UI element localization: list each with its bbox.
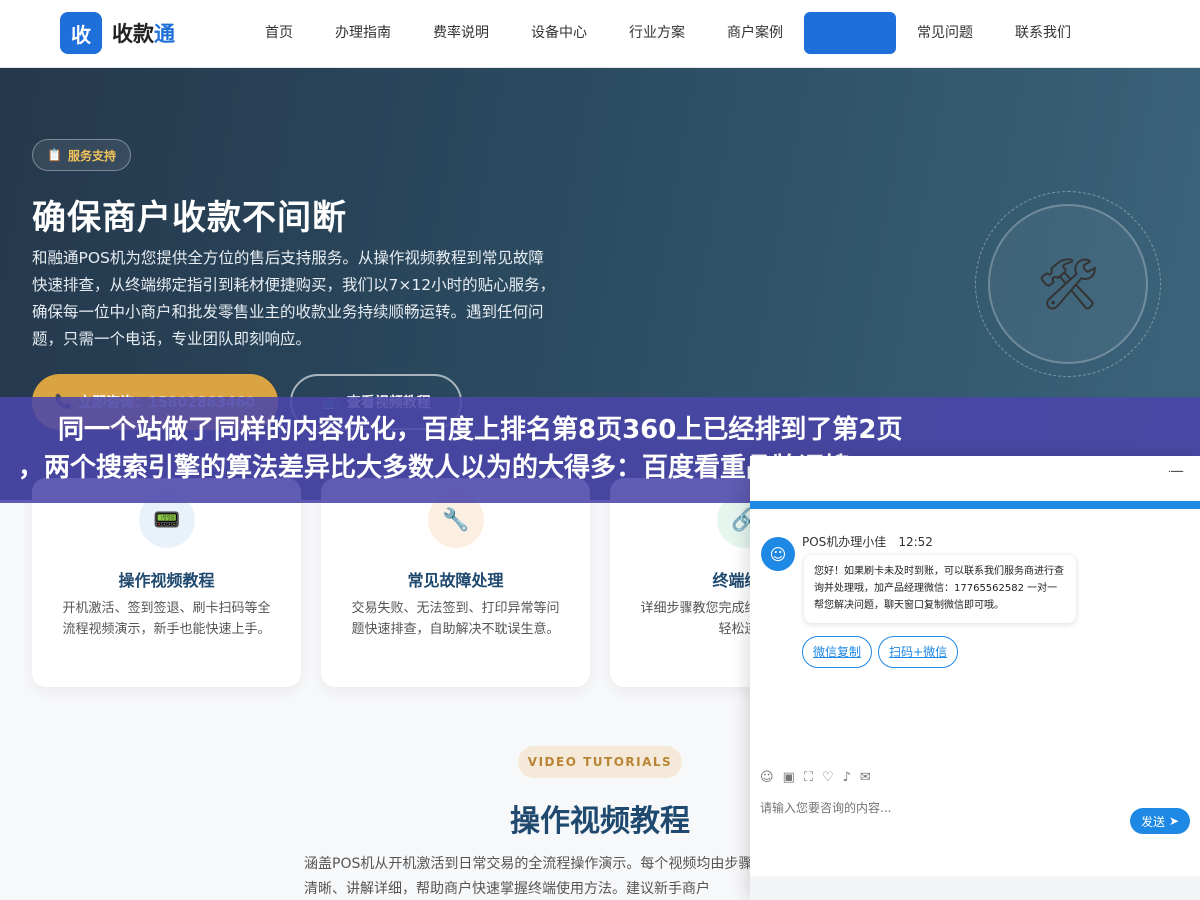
hero-title: 确保商户收款不间断	[32, 198, 347, 238]
nav-rates[interactable]: 费率说明	[412, 12, 510, 54]
voice-icon[interactable]: ♪	[843, 770, 851, 785]
section-description: 涵盖POS机从开机激活到日常交易的全流程操作演示。每个视频均由步骤清晰、讲解详细…	[304, 856, 753, 897]
chat-quick-buttons: 微信复制 扫码+微信	[802, 636, 959, 668]
nav-faq[interactable]: 常见问题	[896, 12, 994, 54]
nav-home[interactable]: 首页	[244, 12, 314, 54]
emoji-icon[interactable]: ☺	[760, 770, 774, 785]
chat-input[interactable]	[760, 801, 1120, 815]
nav-guide[interactable]: 办理指南	[314, 12, 412, 54]
message-time: 12:52	[898, 535, 933, 549]
logo-mark: 收	[60, 12, 102, 54]
send-icon: ➤	[1168, 814, 1180, 828]
card-description: 交易失败、无法签到、打印异常等问题快速排查，自助解决不耽误生意。	[351, 601, 560, 637]
nav-industry[interactable]: 行业方案	[608, 12, 706, 54]
site-header: 收 收款通 首页 办理指南 费率说明 设备中心 行业方案 商户案例 在线咨询 常…	[0, 0, 1200, 68]
nav-contact[interactable]: 联系我们	[994, 12, 1092, 54]
window-icon[interactable]	[1170, 463, 1190, 481]
image-icon[interactable]: ▣	[783, 770, 795, 785]
clipboard-icon: 📋	[47, 148, 62, 162]
tools-icon: 🛠	[988, 204, 1148, 364]
card-troubleshooting[interactable]: 🔧 常见故障处理 交易失败、无法签到、打印异常等问题快速排查，自助解决不耽误生意…	[321, 478, 590, 687]
chat-footer	[750, 876, 1200, 900]
hero-description: 和融通POS机为您提供全方位的售后支持服务。从操作视频教程到常见故障快速排查，从…	[32, 249, 556, 348]
card-title: 常见故障处理	[407, 571, 504, 590]
overlay-line-1: 同一个站做了同样的内容优化，百度上排名第8页360上已经排到了第2页	[58, 415, 903, 445]
chat-toolbar: ☺ ▣ ⛶ ♡ ♪ ✉	[760, 770, 871, 785]
chat-message-bubble: 您好！如果刷卡未及时到账，可以联系我们服务商进行查询并处理哦，加产品经理微信：1…	[804, 555, 1076, 623]
logo-text: 收款通	[112, 22, 175, 46]
rating-icon[interactable]: ♡	[822, 770, 834, 785]
nav-cases[interactable]: 商户案例	[706, 12, 804, 54]
site-logo[interactable]: 收 收款通	[60, 12, 175, 54]
card-title: 操作视频教程	[118, 571, 215, 590]
service-badge: 📋 服务支持	[32, 139, 131, 171]
main-nav: 首页 办理指南 费率说明 设备中心 行业方案 商户案例 在线咨询 常见问题 联系…	[244, 12, 1092, 54]
nav-consult-button[interactable]: 在线咨询	[804, 12, 896, 54]
card-description: 开机激活、签到签退、刷卡扫码等全流程视频演示，新手也能快速上手。	[62, 601, 271, 637]
scan-wechat-button[interactable]: 扫码+微信	[878, 636, 959, 668]
agent-name: POS机办理小佳 12:52	[802, 535, 933, 549]
agent-avatar: ☺	[761, 537, 795, 571]
nav-devices[interactable]: 设备中心	[510, 12, 608, 54]
card-video-tutorials[interactable]: 📟 操作视频教程 开机激活、签到签退、刷卡扫码等全流程视频演示，新手也能快速上手…	[32, 478, 301, 687]
chat-widget: — ☺ POS机办理小佳 12:52 您好！如果刷卡未及时到账，可以联系我们服务商…	[750, 456, 1200, 900]
screenshot-icon[interactable]: ⛶	[804, 770, 813, 785]
wechat-icon[interactable]: ✉	[860, 770, 871, 785]
copy-wechat-button[interactable]: 微信复制	[802, 636, 873, 668]
section-pill: VIDEO TUTORIALS	[518, 746, 682, 778]
send-button[interactable]: 发送 ➤	[1130, 808, 1190, 834]
chat-topbar	[750, 501, 1200, 509]
